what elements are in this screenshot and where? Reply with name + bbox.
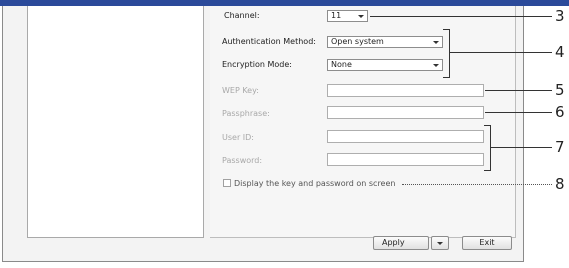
callout-7: 7 — [555, 138, 565, 156]
callout-line-7 — [491, 147, 552, 148]
display-key-checkbox[interactable] — [223, 179, 231, 187]
callout-line-3 — [370, 16, 552, 17]
callout-4: 4 — [555, 43, 565, 61]
auth-method-value: Open system — [331, 37, 384, 46]
callout-bracket-4 — [443, 29, 450, 78]
wep-key-input[interactable] — [327, 84, 484, 97]
auth-method-select[interactable]: Open system — [327, 36, 443, 48]
apply-label: Apply — [382, 238, 405, 247]
passphrase-label: Passphrase: — [222, 109, 270, 118]
chevron-down-icon — [433, 64, 439, 67]
user-id-label: User ID: — [222, 133, 254, 142]
exit-button[interactable]: Exit — [462, 236, 512, 250]
passphrase-input[interactable] — [327, 106, 484, 119]
callout-line-5 — [485, 90, 552, 91]
item-list-panel[interactable] — [27, 6, 204, 238]
encryption-mode-label: Encryption Mode: — [222, 60, 292, 69]
exit-label: Exit — [479, 238, 495, 247]
callout-6: 6 — [555, 103, 565, 121]
encryption-mode-value: None — [331, 60, 352, 69]
encryption-mode-select[interactable]: None — [327, 59, 443, 71]
callout-3: 3 — [555, 7, 565, 25]
display-key-label: Display the key and password on screen — [234, 179, 396, 188]
channel-value: 11 — [331, 11, 342, 20]
channel-select[interactable]: 11 — [327, 10, 368, 22]
callout-5: 5 — [555, 81, 565, 99]
chevron-down-icon — [437, 242, 443, 245]
apply-button[interactable]: Apply — [373, 236, 429, 250]
chevron-down-icon — [358, 15, 364, 18]
callout-bracket-7 — [484, 125, 491, 171]
callout-line-4 — [450, 52, 552, 53]
callout-line-8 — [402, 184, 552, 185]
callout-line-6 — [485, 112, 552, 113]
password-label: Password: — [222, 156, 263, 165]
apply-options-button[interactable] — [431, 236, 449, 250]
callout-8: 8 — [555, 175, 565, 193]
wep-key-label: WEP Key: — [222, 86, 259, 95]
channel-label: Channel: — [224, 11, 260, 20]
chevron-down-icon — [433, 41, 439, 44]
password-input[interactable] — [327, 153, 484, 166]
auth-method-label: Authentication Method: — [222, 37, 316, 46]
user-id-input[interactable] — [327, 130, 484, 143]
